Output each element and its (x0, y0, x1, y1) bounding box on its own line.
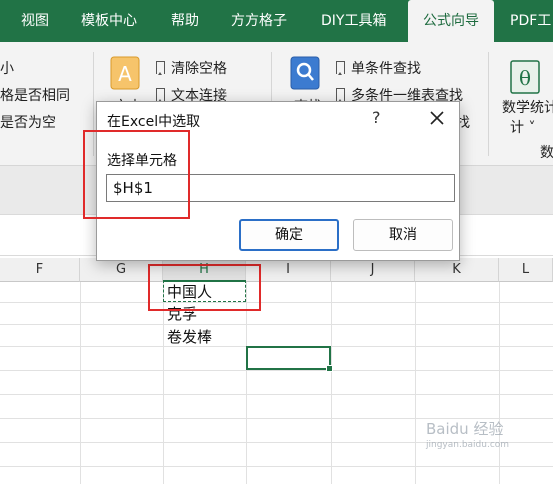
grid-line (415, 282, 416, 484)
grid-line (0, 302, 553, 303)
stats-label[interactable]: 数学统计 (502, 97, 553, 117)
cell-h3[interactable]: 卷发棒 (167, 327, 212, 347)
highlight-box-cell (148, 264, 261, 311)
help-icon[interactable]: ? (372, 108, 381, 127)
column-header-j[interactable]: J (331, 258, 415, 282)
ok-button[interactable]: 确定 (239, 219, 339, 251)
chevron-down-icon: ˅ (528, 120, 536, 136)
tab-template-center[interactable]: 模板中心 (81, 0, 137, 42)
svg-text:θ: θ (519, 66, 531, 90)
tab-view[interactable]: 视图 (21, 0, 49, 42)
grid-line (0, 466, 553, 467)
active-cell-cursor[interactable] (246, 346, 333, 372)
close-icon[interactable] (427, 108, 447, 128)
ribbon-item-single-lookup[interactable]: 单条件查找 (336, 58, 421, 78)
tab-formula-wizard[interactable]: 公式向导 (408, 0, 494, 42)
ribbon-item-clear-spaces[interactable]: 清除空格 (156, 58, 227, 78)
dialog-title: 在Excel中选取 (107, 114, 201, 130)
lookup-group-icon[interactable] (290, 56, 320, 94)
grid-line (331, 282, 332, 484)
highlight-box-field (83, 130, 190, 219)
tab-diy-toolbox[interactable]: DIY工具箱 (321, 0, 386, 42)
ribbon-item-is-empty[interactable]: 是否为空 (0, 112, 56, 132)
tab-fangfanggezi[interactable]: 方方格子 (231, 0, 287, 42)
grid-line (163, 282, 164, 484)
column-header-k[interactable]: K (415, 258, 499, 282)
bookmark-icon (156, 61, 165, 75)
column-header-f[interactable]: F (0, 258, 80, 282)
bookmark-icon (156, 88, 165, 102)
grid-line (499, 282, 500, 484)
ribbon-tab-bar: 视图 模板中心 帮助 方方格子 DIY工具箱 公式向导 PDF工 (0, 0, 553, 42)
grid-line (0, 324, 553, 325)
grid-line (0, 370, 553, 371)
grid-line (0, 394, 553, 395)
stats-theta-icon[interactable]: θ (510, 60, 540, 98)
svg-text:A: A (118, 62, 132, 86)
tab-help[interactable]: 帮助 (171, 0, 199, 42)
baidu-watermark: Baidu 经验 jingyan.baidu.com (426, 420, 510, 450)
grid-line (246, 282, 247, 484)
worksheet-grid[interactable] (0, 282, 553, 484)
column-header-l[interactable]: L (499, 258, 553, 282)
ribbon-item-cells-equal[interactable]: 格是否相同 (0, 85, 70, 105)
ribbon-item-size[interactable]: 小 (0, 58, 14, 78)
text-group-icon[interactable]: A (110, 56, 140, 94)
ribbon-separator (488, 52, 489, 156)
tab-pdf-tools[interactable]: PDF工 (510, 0, 551, 42)
bookmark-icon (336, 61, 345, 75)
cancel-button[interactable]: 取消 (353, 219, 453, 251)
stats-group-label: 数 (540, 145, 553, 161)
bookmark-icon (336, 88, 345, 102)
grid-line (80, 282, 81, 484)
stats-chevron[interactable]: 计 ˅ (510, 117, 535, 137)
